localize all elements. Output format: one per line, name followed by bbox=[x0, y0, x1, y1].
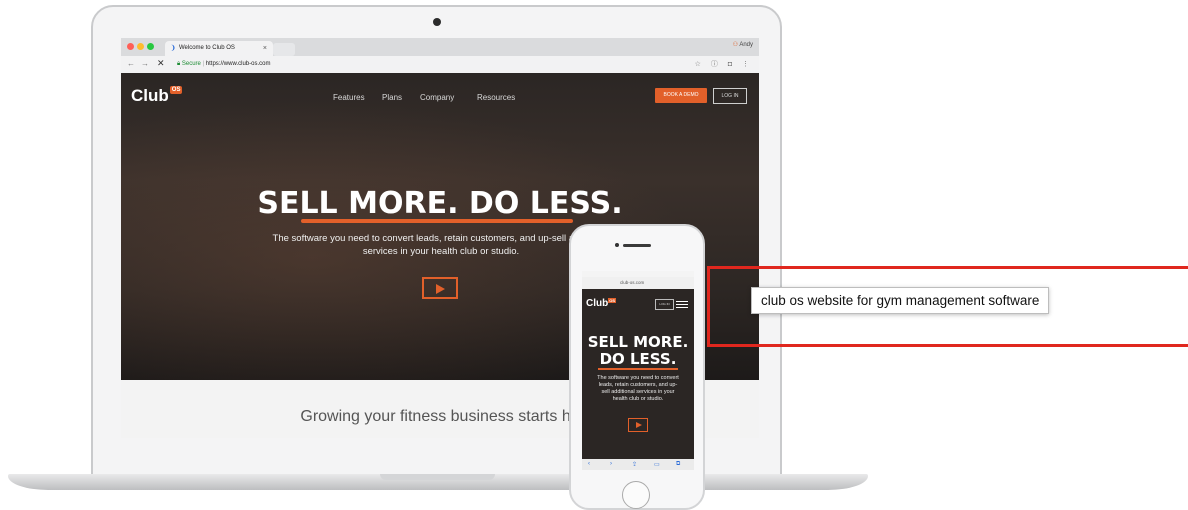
headline-underline bbox=[301, 219, 573, 223]
annotation-tooltip: club os website for gym management softw… bbox=[751, 287, 1050, 314]
phone-play-icon bbox=[636, 422, 642, 428]
new-tab-button[interactable] bbox=[273, 43, 295, 56]
url-field[interactable]: 🔒︎ Secure | https://www.club-os.com bbox=[177, 58, 270, 71]
zoom-window-button[interactable] bbox=[147, 43, 154, 50]
phone-screen: club-os.com ClubOS LOG IN SELL MORE. DO … bbox=[582, 271, 694, 470]
user-name: Andy bbox=[739, 42, 753, 48]
phone-tabs-icon[interactable]: ⧉ bbox=[676, 461, 680, 468]
nav-features[interactable]: Features bbox=[333, 93, 365, 102]
user-icon: ⚇ bbox=[732, 42, 738, 48]
lock-icon: 🔒︎ bbox=[177, 61, 181, 67]
tab-close-icon[interactable]: × bbox=[263, 41, 267, 56]
play-icon bbox=[436, 284, 445, 294]
phone-subline-1: The software you need to convert bbox=[597, 375, 679, 381]
club-os-logo[interactable]: Club OS bbox=[131, 86, 183, 106]
phone-address-bar[interactable]: club-os.com bbox=[582, 277, 694, 289]
back-arrow-icon[interactable]: ← bbox=[127, 59, 135, 68]
logo-badge: OS bbox=[169, 86, 183, 94]
phone-logo-badge: OS bbox=[608, 298, 616, 303]
phone-front-camera bbox=[615, 243, 619, 247]
phone-headline-2: DO LESS. bbox=[599, 350, 677, 368]
nav-company[interactable]: Company bbox=[420, 93, 454, 102]
browser-tab[interactable]: ❩ Welcome to Club OS × bbox=[165, 41, 273, 56]
phone-subline-4: health club or studio. bbox=[612, 396, 664, 402]
book-demo-button[interactable]: BOOK A DEMO bbox=[655, 88, 707, 103]
phone-subline-3: sell additional services in your bbox=[601, 389, 675, 395]
phone-headline-1: SELL MORE. bbox=[587, 333, 689, 351]
phone-login-button[interactable]: LOG IN bbox=[655, 299, 674, 310]
nav-resources[interactable]: Resources bbox=[477, 93, 515, 102]
browser-address-bar: ← → ✕ 🔒︎ Secure | https://www.club-os.co… bbox=[121, 56, 759, 74]
forward-arrow-icon[interactable]: → bbox=[141, 59, 149, 68]
url-text: https://www.club-os.com bbox=[205, 61, 271, 67]
hamburger-menu-icon[interactable] bbox=[676, 299, 688, 309]
play-video-button[interactable] bbox=[422, 277, 458, 299]
stop-loading-icon[interactable]: ✕ bbox=[157, 58, 165, 69]
phone-back-icon[interactable]: ‹ bbox=[588, 461, 590, 467]
logo-text: Club bbox=[131, 86, 169, 105]
minimize-window-button[interactable] bbox=[137, 43, 144, 50]
phone-headline-underline bbox=[598, 368, 678, 370]
phone-speaker bbox=[623, 244, 651, 247]
phone-toolbar: ‹ › ⇪ ▭ ⧉ bbox=[582, 459, 694, 470]
browser-tab-bar: ❩ Welcome to Club OS × ⚇ Andy bbox=[121, 38, 759, 56]
toolbar-icons[interactable]: ☆ ⓘ ◘ ⋮ bbox=[695, 59, 753, 69]
phone-share-icon[interactable]: ⇪ bbox=[632, 461, 637, 468]
hero-headline: SELL MORE. DO LESS. bbox=[257, 186, 623, 221]
phone-forward-icon[interactable]: › bbox=[610, 461, 612, 467]
phone-logo[interactable]: ClubOS bbox=[586, 298, 616, 309]
nav-plans[interactable]: Plans bbox=[382, 93, 402, 102]
login-button[interactable]: LOG IN bbox=[713, 88, 747, 104]
phone-url-text: club-os.com bbox=[620, 280, 645, 285]
browser-user-label[interactable]: ⚇ Andy bbox=[733, 41, 753, 48]
tab-title: Welcome to Club OS bbox=[179, 45, 235, 51]
laptop-camera bbox=[433, 18, 441, 26]
phone-play-button[interactable] bbox=[628, 418, 648, 432]
close-window-button[interactable] bbox=[127, 43, 134, 50]
phone-subline-2: leads, retain customers, and up- bbox=[598, 382, 678, 388]
phone-logo-text: Club bbox=[586, 298, 609, 309]
phone-home-button[interactable] bbox=[622, 481, 650, 509]
secure-label: Secure bbox=[181, 61, 201, 67]
laptop-base-notch bbox=[380, 474, 495, 480]
favicon-icon: ❩ bbox=[170, 45, 176, 52]
phone-bookmarks-icon[interactable]: ▭ bbox=[654, 461, 660, 468]
